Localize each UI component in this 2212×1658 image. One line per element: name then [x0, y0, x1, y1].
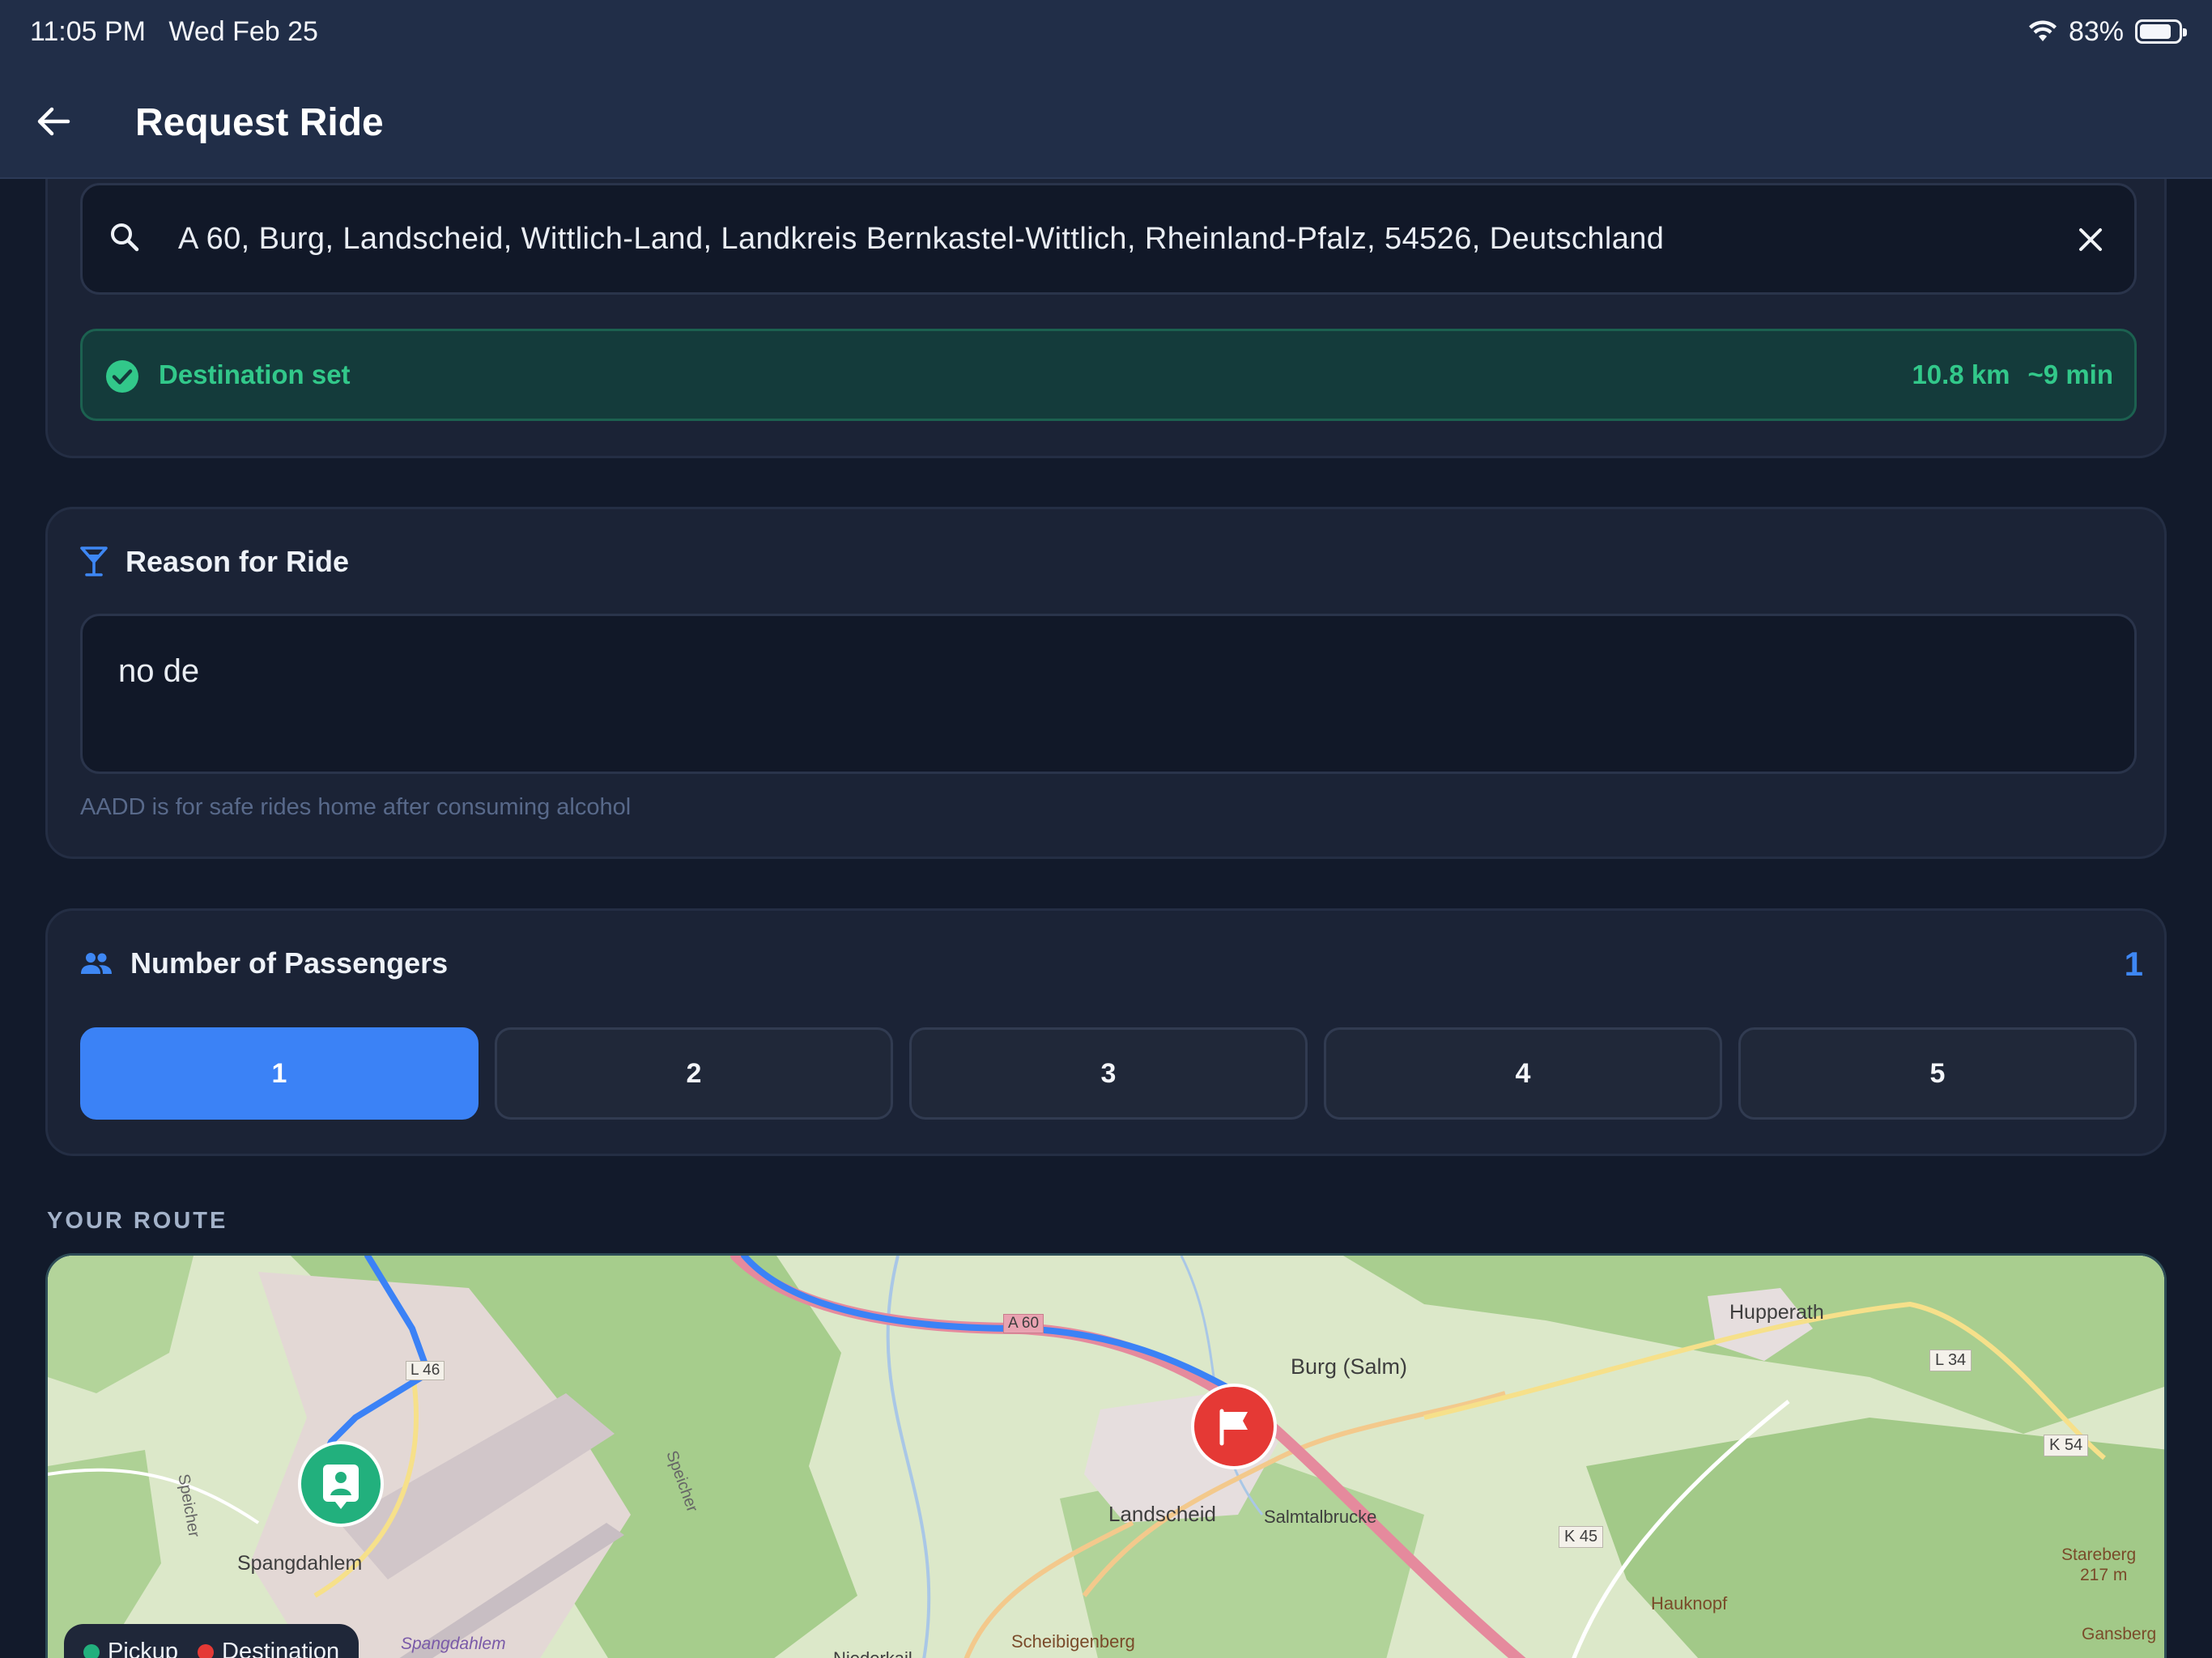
wifi-icon [2028, 20, 2057, 41]
cocktail-glass-icon [80, 546, 108, 576]
passengers-title: Number of Passengers [130, 946, 449, 980]
battery-level [2140, 24, 2172, 39]
map-canvas [48, 1256, 2164, 1658]
app-header: 11:05 PM Wed Feb 25 83% Request Ride [0, 0, 2212, 179]
route-summary: 10.8 km ~9 min [1912, 359, 2113, 390]
route-section-label: YOUR ROUTE [47, 1208, 228, 1234]
legend-destination-label: Destination [222, 1639, 340, 1658]
map-label-landscheid: Landscheid [1108, 1502, 1216, 1526]
reason-textarea[interactable]: no de [80, 614, 2137, 774]
legend-pickup-label: Pickup [108, 1639, 179, 1658]
status-time: 11:05 PM Wed Feb 25 [30, 16, 318, 47]
map-label-stareberg-height: 217 m [2080, 1566, 2128, 1584]
legend-destination-dot [198, 1643, 215, 1658]
map-label-spangdahlem-airbase: Spangdahlem [401, 1635, 506, 1653]
pickup-marker[interactable] [298, 1441, 384, 1527]
map-label-stareberg: Stareberg [2061, 1545, 2137, 1564]
battery-icon [2135, 19, 2187, 44]
destination-status-label: Destination set [159, 359, 351, 389]
battery-percent: 83% [2068, 15, 2124, 47]
road-label-l34: L 34 [1929, 1350, 1972, 1371]
page-title: Request Ride [135, 101, 384, 144]
reason-card: Reason for Ride no de AADD is for safe r… [45, 507, 2167, 859]
destination-marker[interactable] [1191, 1384, 1277, 1469]
passenger-options: 1 2 3 4 5 [80, 1027, 2137, 1120]
passenger-option-5[interactable]: 5 [1738, 1027, 2137, 1120]
destination-search-field[interactable]: A 60, Burg, Landscheid, Wittlich-Land, L… [80, 183, 2137, 295]
check-circle-icon [106, 360, 138, 393]
map-legend: Pickup Destination [64, 1624, 359, 1658]
map-label-gansberg: Gansberg [2082, 1625, 2157, 1643]
passenger-option-4[interactable]: 4 [1324, 1027, 1722, 1120]
back-button[interactable] [29, 97, 78, 146]
road-label-k45: K 45 [1559, 1526, 1604, 1548]
destination-status-banner: Destination set 10.8 km ~9 min [80, 329, 2137, 421]
route-distance: 10.8 km [1912, 359, 2010, 389]
passenger-option-3[interactable]: 3 [909, 1027, 1308, 1120]
passenger-option-1[interactable]: 1 [80, 1027, 479, 1120]
map-label-hauknopf: Hauknopf [1651, 1593, 1728, 1613]
passenger-count: 1 [2124, 945, 2143, 983]
search-icon [111, 223, 139, 252]
clear-destination-button[interactable] [2066, 215, 2115, 264]
close-icon [2079, 228, 2102, 251]
map-label-salmtalbrucke: Salmtalbrucke [1264, 1507, 1377, 1527]
arrow-left-icon [37, 107, 70, 136]
road-label-a60: A 60 [1003, 1314, 1044, 1333]
legend-destination: Destination [198, 1639, 339, 1658]
passengers-header: Number of Passengers [80, 946, 448, 980]
people-icon [81, 953, 112, 974]
map-label-niederkail: Niederkail [833, 1648, 912, 1658]
passenger-option-2[interactable]: 2 [495, 1027, 893, 1120]
legend-pickup: Pickup [83, 1639, 178, 1658]
route-map[interactable]: Burg (Salm) Hupperath Landscheid Salmtal… [45, 1253, 2167, 1658]
destination-card: A 60, Burg, Landscheid, Wittlich-Land, L… [45, 138, 2167, 458]
reason-title: Reason for Ride [125, 545, 350, 578]
map-label-scheibigenberg: Scheibigenberg [1011, 1631, 1135, 1652]
map-label-spangdahlem: Spangdahlem [237, 1552, 363, 1575]
road-label-k54: K 54 [2044, 1435, 2089, 1456]
passengers-card: Number of Passengers 1 1 2 3 4 5 [45, 908, 2167, 1156]
route-duration: ~9 min [2027, 359, 2113, 389]
reason-hint: AADD is for safe rides home after consum… [80, 794, 632, 820]
legend-pickup-dot [83, 1643, 100, 1658]
reason-header: Reason for Ride [80, 545, 349, 579]
destination-input-value[interactable]: A 60, Burg, Landscheid, Wittlich-Land, L… [178, 222, 1664, 257]
road-label-l46: L 46 [406, 1361, 445, 1380]
map-label-hupperath: Hupperath [1729, 1301, 1824, 1324]
map-label-burg: Burg (Salm) [1291, 1354, 1408, 1379]
status-indicators: 83% [2028, 15, 2187, 49]
